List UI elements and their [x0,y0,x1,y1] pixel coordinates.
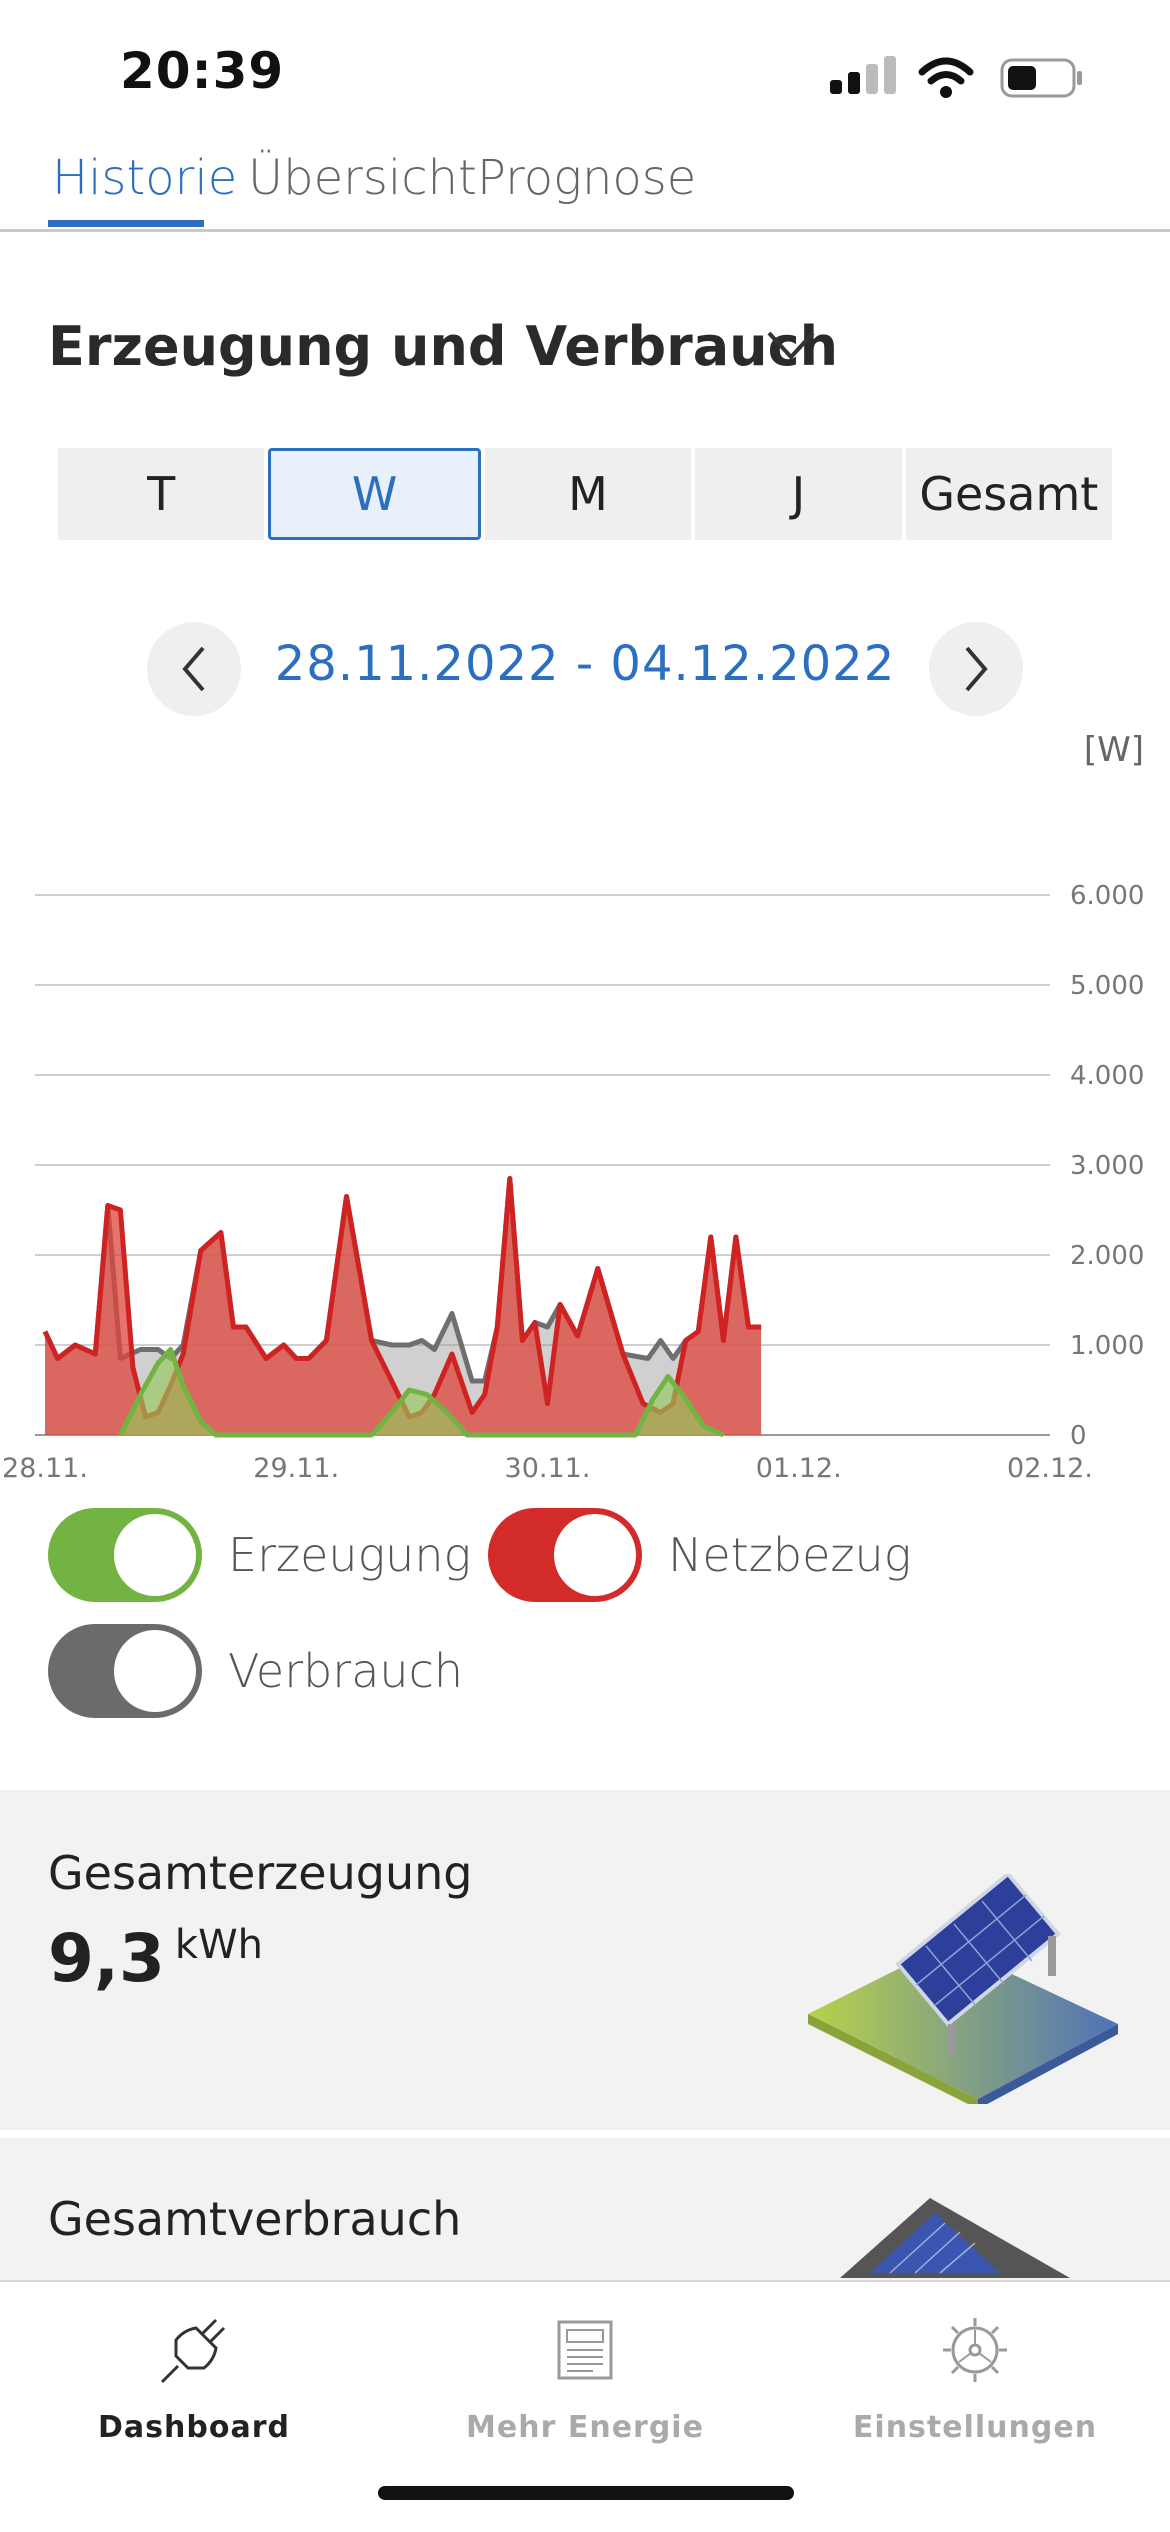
nav-einstellungen[interactable]: Einstellungen [825,2310,1125,2445]
nav-mehr-energie-label: Mehr Energie [466,2410,704,2445]
tab-historie[interactable]: Historie [52,150,237,206]
home-indicator [378,2486,794,2500]
previous-period-button[interactable] [147,622,241,716]
toggle-erzeugung[interactable] [48,1508,202,1602]
y-tick-label: 0 [1070,1421,1087,1451]
plug-icon [160,2318,226,2384]
toggle-netzbezug-row: Netzbezug [488,1508,911,1602]
solar-panel-illustration [808,1874,1118,2104]
energy-chart[interactable]: 0 1.000 2.000 3.000 4.000 5.000 6.000 28.11. 29… [0,860,1170,1490]
tab-prognose[interactable]: Prognose [477,150,696,206]
status-time: 20:39 [120,42,285,100]
period-woche-button[interactable]: W [268,448,481,540]
x-tick-label: 28.11. [2,1453,88,1484]
toggle-erzeugung-row: Erzeugung [48,1508,471,1602]
nav-dashboard[interactable]: Dashboard [44,2310,344,2445]
period-tag-button[interactable]: T [58,448,265,540]
toggle-erzeugung-label: Erzeugung [228,1528,472,1582]
gear-icon [943,2318,1007,2382]
chevron-down-icon[interactable] [765,325,817,365]
y-tick-label: 5.000 [1070,971,1144,1001]
nav-mehr-energie[interactable]: Mehr Energie [435,2310,735,2445]
battery-icon [1000,58,1082,98]
period-jahr-button[interactable]: J [695,448,902,540]
y-tick-label: 4.000 [1070,1061,1144,1091]
card-value: 9,3 kWh [48,1920,263,1997]
y-tick-label: 1.000 [1070,1331,1144,1361]
newspaper-icon [557,2320,613,2380]
y-tick-label: 6.000 [1070,881,1144,911]
gesamtverbrauch-card[interactable]: Gesamtverbrauch [0,2138,1170,2280]
x-tick-label: 29.11. [253,1453,339,1484]
chevron-right-icon [965,646,988,692]
period-selector: T W M J Gesamt [58,448,1113,540]
period-gesamt-button[interactable]: Gesamt [905,448,1113,540]
x-tick-label: 30.11. [505,1453,591,1484]
toggle-verbrauch-row: Verbrauch [48,1624,463,1718]
nav-dashboard-label: Dashboard [98,2410,290,2445]
active-tab-indicator [48,220,204,227]
toggle-verbrauch-label: Verbrauch [228,1644,464,1698]
chevron-left-icon [182,646,205,692]
y-tick-label: 3.000 [1070,1151,1144,1181]
gesamterzeugung-card[interactable]: Gesamterzeugung 9,3 kWh [0,1790,1170,2130]
next-period-button[interactable] [929,622,1023,716]
house-roof-illustration [840,2198,1070,2278]
period-monat-button[interactable]: M [484,448,692,540]
x-tick-label: 01.12. [756,1453,842,1484]
toggle-netzbezug-label: Netzbezug [668,1528,912,1582]
x-tick-label: 02.12. [1007,1453,1093,1484]
chart-unit-label: [W] [1083,730,1144,770]
wifi-icon [918,57,974,98]
status-icons [830,52,1090,102]
toggle-netzbezug[interactable] [488,1508,642,1602]
card-value-number: 9,3 [48,1920,165,1997]
section-title[interactable]: Erzeugung und Verbrauch [48,315,838,378]
toggle-verbrauch[interactable] [48,1624,202,1718]
nav-einstellungen-label: Einstellungen [852,2410,1098,2445]
tab-uebersicht[interactable]: Übersicht [248,150,477,206]
y-tick-label: 2.000 [1070,1241,1144,1271]
card-title: Gesamtverbrauch [48,2192,462,2246]
card-title: Gesamterzeugung [48,1846,473,1900]
status-bar: 20:39 [0,0,1170,140]
card-value-unit: kWh [174,1922,263,1968]
top-tabs: Historie Übersicht Prognose [0,140,1170,232]
